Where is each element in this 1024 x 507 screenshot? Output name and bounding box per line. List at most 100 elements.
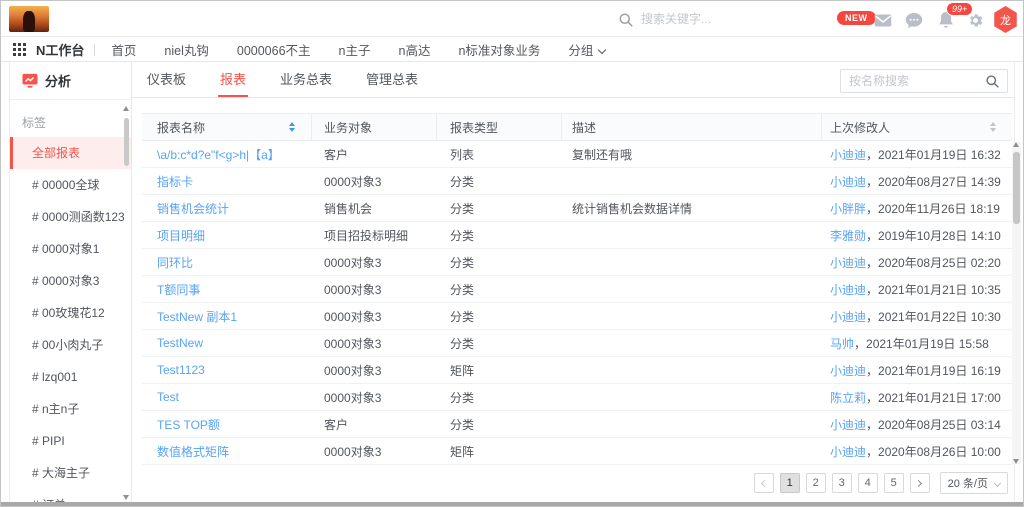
report-type-cell: 分类 (437, 168, 562, 194)
app-logo[interactable] (9, 6, 49, 32)
report-name-link[interactable]: TestNew 副本1 (157, 308, 237, 325)
sidebar-item-all-reports[interactable]: 全部报表 (10, 137, 131, 169)
chevron-down-icon (994, 479, 1001, 486)
report-name-link[interactable]: Test (157, 390, 179, 404)
sort-icon[interactable] (990, 122, 996, 132)
scroll-up-arrow[interactable] (123, 106, 129, 111)
search-icon[interactable] (985, 74, 999, 88)
sidebar-tag-item[interactable]: # n主n子 (10, 393, 131, 425)
modified-time: 2020年08月25日 03:14 (878, 416, 1001, 433)
report-name-link[interactable]: 数值格式矩阵 (157, 443, 229, 460)
sidebar-title: 分析 (45, 71, 71, 90)
scroll-down-arrow[interactable] (123, 495, 129, 500)
sidebar-tag-item[interactable]: # 0000测函数123 (10, 201, 131, 233)
sidebar-tag-item[interactable]: # 0000对象3 (10, 265, 131, 297)
tab[interactable]: 仪表板 (145, 62, 188, 97)
table-row: \a/b:c*d?e"f<g>h|【a】 客户 列表 复制还有哦 小迪迪，202… (142, 141, 1012, 168)
business-object-cell: 0000对象3 (312, 303, 437, 329)
business-object-cell: 0000对象3 (312, 276, 437, 302)
column-header-report-name[interactable]: 报表名称 (142, 114, 312, 140)
page-button[interactable]: 3 (832, 473, 852, 493)
sidebar-tag-item[interactable]: # 00小肉丸子 (10, 329, 131, 361)
business-object-cell: 0000对象3 (312, 330, 437, 356)
bell-icon[interactable]: 99+ (936, 10, 956, 30)
table-row: 项目明细 项目招投标明细 分类 李雅勋，2019年10月28日 14:10 (142, 222, 1012, 249)
modifier-link[interactable]: 马帅 (830, 335, 854, 352)
modifier-link[interactable]: 陈立莉 (830, 389, 866, 406)
modifier-link[interactable]: 小迪迪 (830, 308, 866, 325)
page-button[interactable]: 2 (806, 473, 826, 493)
tab[interactable]: 管理总表 (364, 62, 420, 97)
name-search-input[interactable] (849, 74, 985, 88)
nav-item[interactable]: 首页 (111, 40, 136, 59)
sort-icon[interactable] (289, 122, 295, 132)
report-name-link[interactable]: \a/b:c*d?e"f<g>h|【a】 (157, 146, 280, 163)
modified-time: 2020年11月26日 18:19 (878, 200, 1000, 217)
page-button[interactable]: 1 (780, 473, 800, 493)
report-name-link[interactable]: 销售机会统计 (157, 200, 229, 217)
sidebar-scrollbar[interactable] (123, 106, 130, 500)
global-search[interactable] (618, 8, 838, 30)
modifier-link[interactable]: 小迪迪 (830, 416, 866, 433)
page-button[interactable]: 5 (884, 473, 904, 493)
chat-icon[interactable] (904, 10, 924, 30)
report-name-link[interactable]: 项目明细 (157, 227, 205, 244)
nav-group-dropdown[interactable]: 分组 (568, 40, 605, 59)
prev-page-button[interactable] (754, 473, 774, 493)
avatar[interactable]: 龙 (993, 6, 1018, 33)
sidebar-tag-item[interactable]: # PIPI (10, 425, 131, 457)
nav-item[interactable]: niel丸钩 (164, 40, 208, 59)
apps-grid-icon[interactable] (13, 43, 26, 56)
sidebar-tag-item[interactable]: # 00000全球 (10, 169, 131, 201)
page-size-select[interactable]: 20 条/页 (940, 472, 1008, 494)
gear-icon[interactable] (965, 10, 985, 30)
report-name-link[interactable]: Test1123 (157, 363, 205, 377)
modifier-link[interactable]: 小迪迪 (830, 443, 866, 460)
modifier-link[interactable]: 小迪迪 (830, 254, 866, 271)
name-search[interactable] (840, 69, 1008, 93)
sidebar-tag-item[interactable]: # 0000对象1 (10, 233, 131, 265)
sidebar-header: 分析 (10, 62, 131, 100)
reports-table: 报表名称 业务对象 报表类型 描述 上次修改人 \a/b:c*d?e"f<g>h… (142, 113, 1012, 465)
page-button[interactable]: 4 (858, 473, 878, 493)
last-modified-cell: 小胖胖，2020年11月26日 18:19 (822, 195, 1012, 221)
table-row: 指标卡 0000对象3 分类 小迪迪，2020年08月27日 14:39 (142, 168, 1012, 195)
table-scrollbar[interactable] (1012, 142, 1021, 464)
nav-item[interactable]: n高达 (399, 40, 431, 59)
modifier-link[interactable]: 小迪迪 (830, 173, 866, 190)
report-name-link[interactable]: 指标卡 (157, 173, 193, 190)
report-name-link[interactable]: T额同事 (157, 281, 200, 298)
next-page-button[interactable] (910, 473, 930, 493)
modifier-link[interactable]: 李雅勋 (830, 227, 866, 244)
modifier-link[interactable]: 小迪迪 (830, 362, 866, 379)
modifier-link[interactable]: 小胖胖 (830, 200, 866, 217)
report-name-link[interactable]: TES TOP额 (157, 416, 220, 433)
chevron-left-icon (761, 479, 768, 486)
global-search-input[interactable] (641, 12, 811, 26)
description-cell (562, 168, 822, 194)
new-badge: NEW (837, 11, 876, 25)
last-modified-cell: 小迪迪，2021年01月22日 10:30 (822, 303, 1012, 329)
scrollbar-thumb[interactable] (124, 118, 129, 166)
scroll-down-arrow[interactable] (1013, 459, 1019, 464)
modifier-link[interactable]: 小迪迪 (830, 146, 866, 163)
sidebar-tag-item[interactable]: # 00玫瑰花12 (10, 297, 131, 329)
report-name-link[interactable]: 同环比 (157, 254, 193, 271)
scroll-up-arrow[interactable] (1013, 142, 1019, 147)
scrollbar-thumb[interactable] (1013, 152, 1020, 224)
modifier-link[interactable]: 小迪迪 (830, 281, 866, 298)
workspace-title[interactable]: N工作台 (36, 40, 84, 59)
sidebar-tag-item[interactable]: # 大海主子 (10, 457, 131, 489)
nav-item[interactable]: 0000066不主 (237, 40, 311, 59)
nav-item[interactable]: n主子 (339, 40, 371, 59)
description-cell (562, 276, 822, 302)
sidebar-tag-item[interactable]: # lzq001 (10, 361, 131, 393)
column-header-last-modifier[interactable]: 上次修改人 (822, 114, 1012, 140)
table-row: TestNew 副本1 0000对象3 分类 小迪迪，2021年01月22日 1… (142, 303, 1012, 330)
table-row: 销售机会统计 销售机会 分类 统计销售机会数据详情 小胖胖，2020年11月26… (142, 195, 1012, 222)
mail-icon[interactable] (873, 10, 893, 30)
tab[interactable]: 报表 (218, 62, 248, 97)
tab[interactable]: 业务总表 (278, 62, 334, 97)
nav-item[interactable]: n标准对象业务 (458, 40, 540, 59)
report-name-link[interactable]: TestNew (157, 336, 203, 350)
